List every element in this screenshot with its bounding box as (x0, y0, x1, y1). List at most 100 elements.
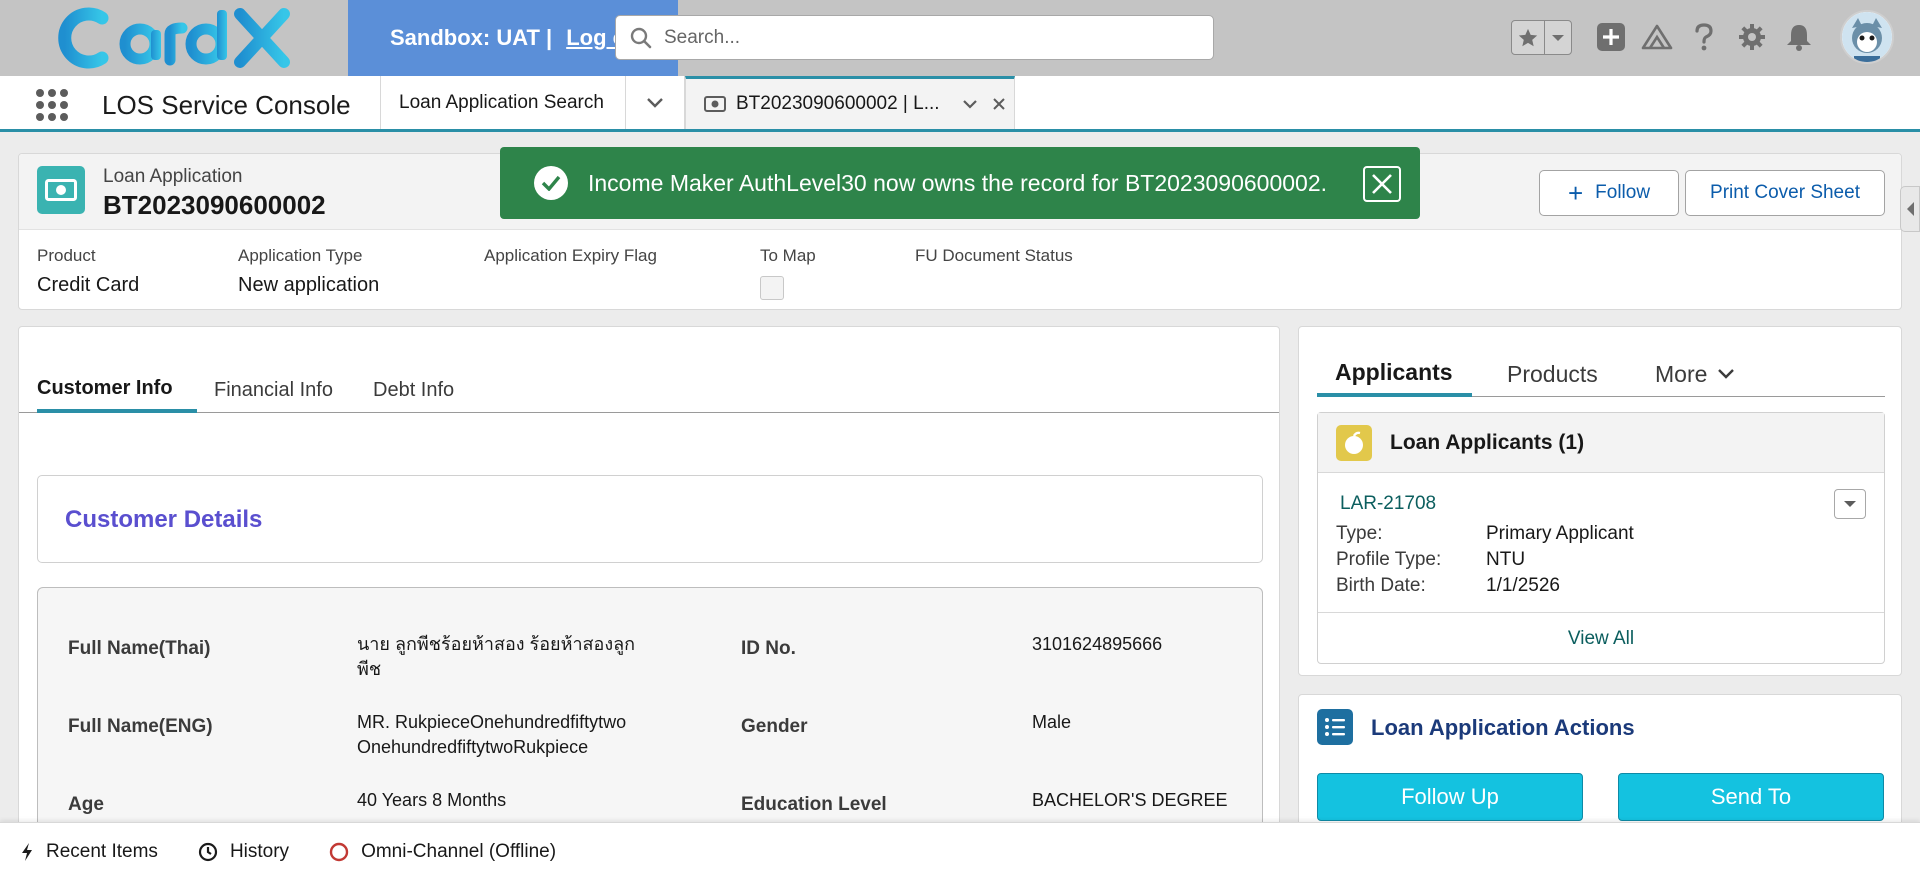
follow-up-button[interactable]: Follow Up (1317, 773, 1583, 821)
tab-more-label: More (1655, 360, 1708, 387)
user-avatar[interactable] (1840, 10, 1894, 64)
customer-details-section: Customer Details (37, 475, 1263, 563)
applicant-field-birth-date: Birth Date: 1/1/2526 (1336, 575, 1560, 597)
field-label: Application Expiry Flag (484, 246, 657, 265)
field-value: Primary Applicant (1486, 523, 1634, 544)
utility-bar: Recent Items History Omni-Channel (Offli… (0, 822, 1920, 880)
nav-menu-chevron-icon[interactable] (625, 76, 685, 129)
utility-recent-items[interactable]: Recent Items (20, 841, 158, 863)
utility-history[interactable]: History (198, 841, 289, 863)
follow-button[interactable]: + Follow (1539, 170, 1679, 216)
success-toast: Income Maker AuthLevel30 now owns the re… (500, 147, 1420, 219)
related-panel: Applicants Products More Loan Applicants… (1298, 326, 1902, 676)
record-name: BT2023090600002 (103, 190, 326, 220)
detail-value: BACHELOR'S DEGREE (1032, 790, 1228, 810)
console-nav-bar: LOS Service Console Loan Application Sea… (0, 76, 1920, 132)
follow-label: Follow (1595, 182, 1651, 203)
related-tabs: Applicants Products More (1317, 351, 1885, 397)
field-value: New application (238, 274, 380, 296)
field-value: 1/1/2526 (1486, 575, 1560, 596)
section-title: Customer Details (65, 506, 263, 533)
applicant-icon (1336, 425, 1372, 461)
tab-applicants[interactable]: Applicants (1317, 351, 1472, 397)
toast-close-icon[interactable] (1363, 166, 1401, 202)
lightning-icon (22, 842, 32, 861)
detail-value: MR. RukpieceOnehundredfiftytwo Onehundre… (357, 712, 627, 757)
row-actions-dropdown-icon[interactable] (1834, 489, 1866, 519)
print-cover-sheet-button[interactable]: Print Cover Sheet (1685, 170, 1885, 216)
search-input[interactable] (664, 26, 1184, 49)
favorites-star-icon[interactable] (1512, 21, 1546, 54)
utility-label: Recent Items (46, 840, 158, 862)
tab-customer-info[interactable]: Customer Info (37, 367, 197, 413)
field-value: NTU (1486, 549, 1526, 570)
trailhead-icon[interactable] (1640, 20, 1674, 54)
loan-applicants-card: Loan Applicants (1) LAR-21708 Type: Prima… (1317, 412, 1885, 664)
detail-label: Full Name(Thai) (68, 638, 211, 659)
detail-label: Gender (741, 716, 808, 737)
global-search[interactable] (615, 15, 1214, 60)
card-title: Loan Applicants (1) (1390, 431, 1585, 454)
toast-message: Income Maker AuthLevel30 now owns the re… (588, 169, 1328, 196)
chevron-down-icon (1718, 369, 1735, 379)
detail-value: นาย ลูกพีชร้อยห้าสอง ร้อยห้าสองลูกพีช (357, 634, 636, 679)
main-record-panel: Customer Info Financial Info Debt Info C… (18, 326, 1280, 826)
clock-icon (198, 842, 218, 861)
setup-gear-icon[interactable] (1735, 20, 1769, 54)
global-header: Sandbox: UAT | Log out (0, 0, 1920, 76)
favorites-control[interactable] (1511, 20, 1572, 55)
close-tab-icon[interactable] (992, 97, 1006, 111)
tab-products[interactable]: Products (1507, 351, 1598, 397)
tab-label: BT2023090600002 | L... (736, 93, 940, 114)
tab-label: Loan Application Search (399, 91, 604, 113)
detail-label: Education Level (741, 794, 887, 815)
app-name: LOS Service Console (102, 90, 351, 120)
money-icon (704, 96, 726, 112)
applicant-field-profile-type: Profile Type: NTU (1336, 549, 1525, 571)
field-value: Credit Card (37, 274, 140, 296)
notifications-bell-icon[interactable] (1782, 20, 1816, 54)
tab-debt-info[interactable]: Debt Info (373, 367, 454, 413)
tab-loan-application-search[interactable]: Loan Application Search (380, 76, 625, 129)
detail-value: 3101624895666 (1032, 634, 1163, 654)
field-product: Product Credit Card (37, 246, 139, 297)
applicant-record-link[interactable]: LAR-21708 (1340, 493, 1436, 515)
view-all-link[interactable]: View All (1318, 612, 1884, 664)
utility-label: Omni-Channel (Offline) (361, 840, 557, 862)
field-label: Application Type (238, 246, 363, 265)
record-object-type: Loan Application (103, 166, 243, 187)
tab-financial-info[interactable]: Financial Info (214, 367, 333, 413)
field-key: Profile Type: (1336, 549, 1442, 570)
detail-label: ID No. (741, 638, 796, 659)
card-title: Loan Application Actions (1371, 715, 1635, 740)
field-label: Product (37, 246, 96, 265)
detail-label: Full Name(ENG) (68, 716, 213, 737)
loan-application-icon (37, 166, 85, 214)
field-fu-document-status: FU Document Status (915, 246, 1073, 266)
field-key: Type: (1336, 523, 1383, 544)
sandbox-label: Sandbox: UAT | (390, 25, 553, 50)
favorites-dropdown-icon[interactable] (1545, 21, 1571, 54)
plus-icon: + (1567, 178, 1584, 208)
utility-omni-channel[interactable]: Omni-Channel (Offline) (329, 841, 556, 863)
app-launcher-icon[interactable] (36, 89, 68, 121)
detail-value: Male (1032, 712, 1072, 732)
field-to-map: To Map (760, 246, 816, 300)
applicant-field-type: Type: Primary Applicant (1336, 523, 1634, 545)
customer-details-grid: Full Name(Thai) นาย ลูกพีชร้อยห้าสอง ร้อ… (37, 587, 1263, 825)
detail-label: Age (68, 794, 104, 815)
help-icon[interactable] (1687, 20, 1721, 54)
field-key: Birth Date: (1336, 575, 1426, 596)
detail-value: 40 Years 8 Months (357, 790, 507, 810)
utility-panel-handle[interactable] (1900, 186, 1920, 232)
tab-loan-application-record[interactable]: BT2023090600002 | L... (685, 76, 1015, 129)
global-add-icon[interactable] (1594, 20, 1628, 54)
chevron-down-icon[interactable] (962, 99, 978, 109)
field-application-type: Application Type New application (238, 246, 379, 297)
to-map-checkbox (760, 276, 784, 300)
record-tabs: Customer Info Financial Info Debt Info (19, 367, 1279, 413)
tab-more[interactable]: More (1655, 351, 1735, 397)
print-label: Print Cover Sheet (1710, 182, 1860, 203)
send-to-button[interactable]: Send To (1618, 773, 1884, 821)
utility-label: History (229, 840, 290, 862)
